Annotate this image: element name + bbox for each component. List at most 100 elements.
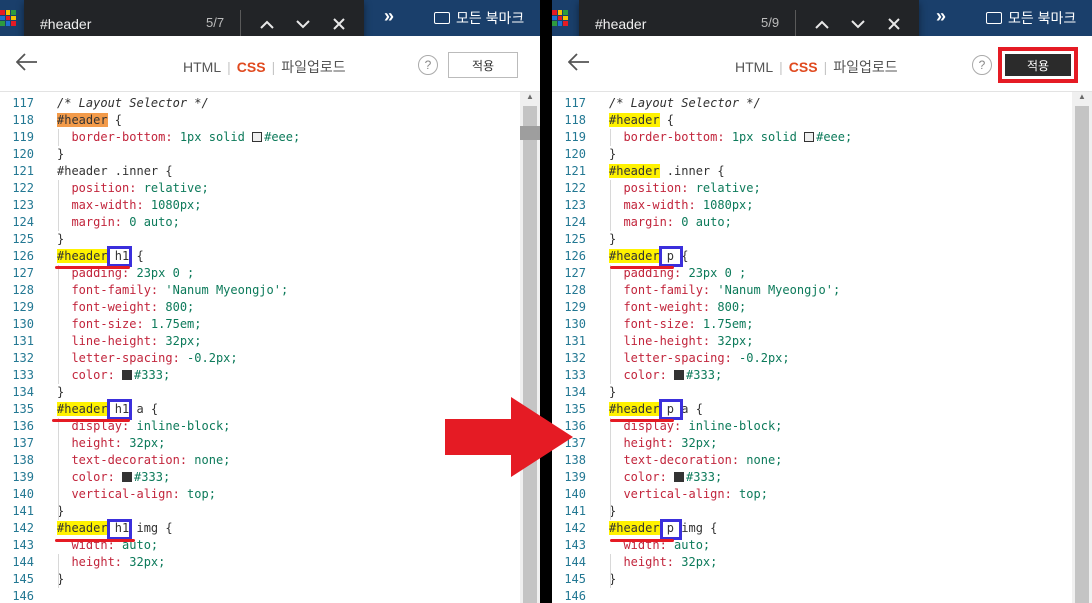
code-text: #header .inner { bbox=[57, 163, 173, 180]
back-arrow-icon[interactable] bbox=[15, 50, 38, 78]
editor-tabs: HTML | CSS | 파일업로드 bbox=[183, 57, 346, 77]
line-number: 146 bbox=[12, 589, 34, 603]
code-token: vertical-align: bbox=[71, 487, 180, 501]
editor-scrollbar[interactable]: ▲ bbox=[520, 92, 540, 603]
line-number: 130 bbox=[12, 317, 34, 331]
find-previous-icon[interactable] bbox=[254, 11, 280, 37]
color-swatch-icon[interactable] bbox=[122, 472, 133, 482]
code-text: color: #333; bbox=[57, 469, 170, 486]
code-token: inline-block; bbox=[681, 419, 783, 433]
tab-file-upload[interactable]: 파일업로드 bbox=[281, 57, 345, 77]
line-number: 127 bbox=[564, 266, 586, 280]
code-text: border-bottom: 1px solid #eee; bbox=[57, 129, 300, 146]
code-line: 126 #header h1 { bbox=[0, 248, 520, 265]
line-number: 126 bbox=[564, 249, 586, 263]
tab-css[interactable]: CSS bbox=[789, 59, 818, 75]
scroll-up-icon[interactable]: ▲ bbox=[1072, 92, 1092, 104]
editor-tabs: HTML | CSS | 파일업로드 bbox=[735, 57, 898, 77]
code-line: 137 height: 32px; bbox=[0, 435, 520, 452]
help-icon[interactable]: ? bbox=[418, 55, 438, 75]
find-input[interactable]: #header bbox=[595, 16, 646, 32]
back-arrow-icon[interactable] bbox=[567, 50, 590, 78]
editor-scrollbar[interactable]: ▲ bbox=[1072, 92, 1092, 603]
code-line: 128 font-family: 'Nanum Myeongjo'; bbox=[0, 282, 520, 299]
css-code-editor[interactable]: 117 /* Layout Selector */ 118 #header {119 … bbox=[552, 92, 1072, 603]
line-number: 117 bbox=[12, 96, 34, 110]
transition-arrow-icon bbox=[445, 397, 573, 477]
all-bookmarks-button[interactable]: 모든 북마크 bbox=[434, 8, 524, 28]
more-bookmarks-icon[interactable]: » bbox=[384, 6, 394, 27]
line-number: 129 bbox=[12, 300, 34, 314]
color-swatch-icon[interactable] bbox=[674, 370, 685, 380]
line-number: 146 bbox=[564, 589, 586, 603]
scrollbar-track[interactable] bbox=[1075, 106, 1089, 603]
code-token: { bbox=[107, 113, 123, 127]
line-number: 131 bbox=[564, 334, 586, 348]
apply-button[interactable]: 적용 bbox=[448, 52, 518, 78]
code-line: 131 line-height: 32px; bbox=[552, 333, 1072, 350]
app-logo-icon bbox=[0, 10, 16, 26]
code-text: color: #333; bbox=[57, 367, 170, 384]
tab-html[interactable]: HTML bbox=[183, 59, 221, 75]
code-token: height: bbox=[71, 436, 123, 450]
tab-html[interactable]: HTML bbox=[735, 59, 773, 75]
code-token: 1.75em; bbox=[143, 317, 202, 331]
code-token: line-height: bbox=[71, 334, 159, 348]
code-token: top; bbox=[179, 487, 216, 501]
find-input[interactable]: #header bbox=[40, 16, 91, 32]
annotation-box bbox=[659, 399, 683, 420]
find-next-icon[interactable] bbox=[290, 11, 316, 37]
code-text: margin: 0 auto; bbox=[609, 214, 731, 231]
code-line: 135 #header h1 a { bbox=[0, 401, 520, 418]
indent-guide bbox=[58, 180, 59, 231]
help-icon[interactable]: ? bbox=[972, 55, 992, 75]
code-token: #333; bbox=[686, 470, 723, 484]
code-token: letter-spacing: bbox=[623, 351, 732, 365]
line-number: 133 bbox=[12, 368, 34, 382]
more-bookmarks-icon[interactable]: » bbox=[936, 6, 946, 27]
color-swatch-icon[interactable] bbox=[252, 132, 263, 142]
search-match-highlight: #header bbox=[57, 521, 108, 535]
line-number: 141 bbox=[12, 504, 34, 518]
code-line: 135 #header p a { bbox=[552, 401, 1072, 418]
search-match-highlight: #header bbox=[609, 402, 660, 416]
tab-css[interactable]: CSS bbox=[237, 59, 266, 75]
find-next-icon[interactable] bbox=[845, 11, 871, 37]
color-swatch-icon[interactable] bbox=[122, 370, 133, 380]
code-token: } bbox=[57, 147, 65, 161]
find-close-icon[interactable] bbox=[881, 11, 907, 37]
code-line: 118 #header { bbox=[552, 112, 1072, 129]
all-bookmarks-button[interactable]: 모든 북마크 bbox=[986, 8, 1076, 28]
code-line: 139 color: #333; bbox=[552, 469, 1072, 486]
find-close-icon[interactable] bbox=[326, 11, 352, 37]
code-token: font-size: bbox=[623, 317, 696, 331]
scroll-up-icon[interactable]: ▲ bbox=[520, 92, 540, 104]
scrollbar-track[interactable] bbox=[523, 106, 537, 603]
code-line: 126 #header p { bbox=[552, 248, 1072, 265]
tab-separator: | bbox=[271, 59, 276, 75]
code-line: 128 font-family: 'Nanum Myeongjo'; bbox=[552, 282, 1072, 299]
code-token: .inner { bbox=[659, 164, 725, 178]
find-previous-icon[interactable] bbox=[809, 11, 835, 37]
css-code-editor[interactable]: 117 /* Layout Selector */ 118 #header {119 … bbox=[0, 92, 520, 603]
line-number: 122 bbox=[12, 181, 34, 195]
code-line: 124 margin: 0 auto; bbox=[552, 214, 1072, 231]
line-number: 132 bbox=[564, 351, 586, 365]
color-swatch-icon[interactable] bbox=[674, 472, 685, 482]
color-swatch-icon[interactable] bbox=[804, 132, 815, 142]
code-line: 132 letter-spacing: -0.2px; bbox=[552, 350, 1072, 367]
tab-file-upload[interactable]: 파일업로드 bbox=[833, 57, 897, 77]
line-number: 145 bbox=[564, 572, 586, 586]
